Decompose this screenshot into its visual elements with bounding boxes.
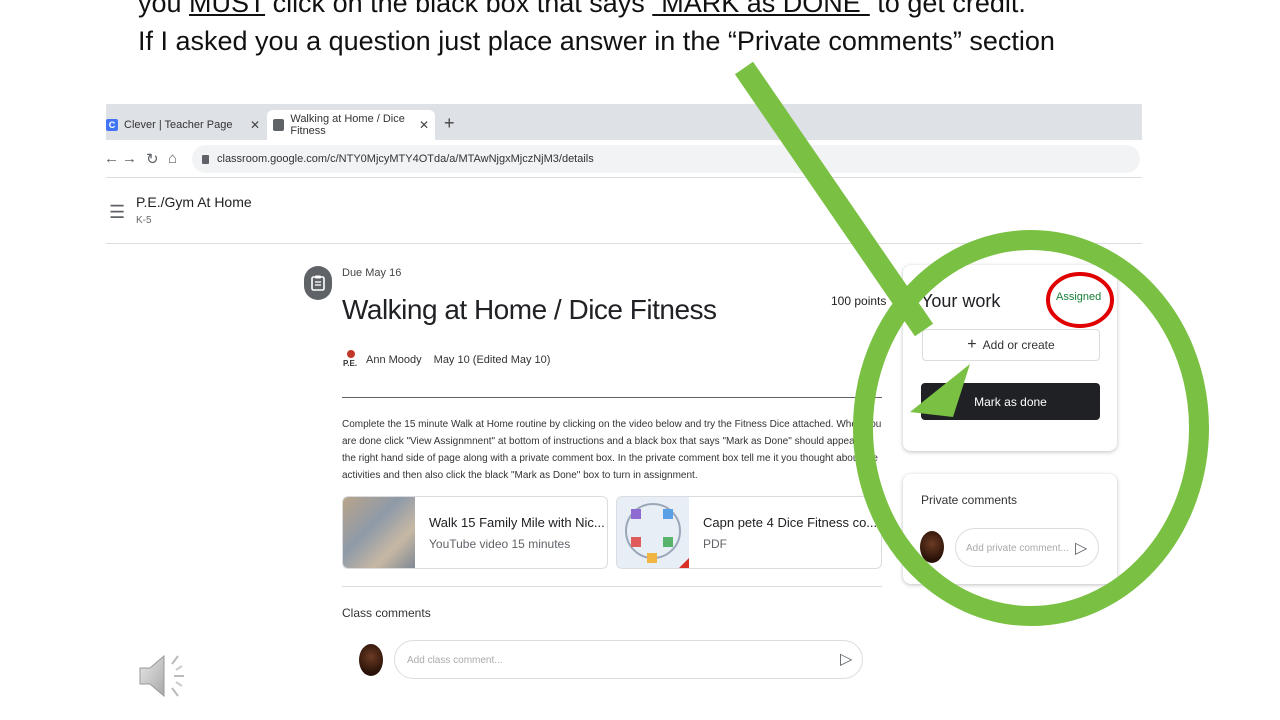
status-badge: Assigned xyxy=(1056,291,1102,303)
class-comments-label: Class comments xyxy=(342,606,431,620)
instruction-text: to get credit. xyxy=(869,0,1026,18)
url-field[interactable]: classroom.google.com/c/NTY0MjcyMTY4OTda/… xyxy=(192,145,1140,173)
pdf-thumbnail xyxy=(617,497,689,568)
private-comments-title: Private comments xyxy=(921,493,1018,507)
user-avatar xyxy=(920,531,944,563)
attachment-pdf[interactable]: Capn pete 4 Dice Fitness co... PDF xyxy=(616,496,882,569)
instruction-line-2: If I asked you a question just place ans… xyxy=(138,26,1055,56)
instruction-text: click on the black box that says xyxy=(265,0,653,18)
new-tab-plus-icon[interactable]: + xyxy=(444,113,455,134)
your-work-card: Your work Assigned + Add or create Mark … xyxy=(903,265,1117,451)
divider xyxy=(342,397,882,398)
tab-label: Walking at Home / Dice Fitness xyxy=(290,113,405,137)
browser-address-bar: ← → ↻ ⌂ classroom.google.com/c/NTY0MjcyM… xyxy=(104,140,1142,178)
attachment-title: Walk 15 Family Mile with Nic... xyxy=(429,515,605,530)
forward-arrow-icon[interactable]: → xyxy=(122,150,137,167)
reload-icon[interactable]: ↻ xyxy=(146,150,159,168)
hamburger-menu-icon[interactable]: ☰ xyxy=(109,202,125,223)
attachment-youtube-video[interactable]: Walk 15 Family Mile with Nic... YouTube … xyxy=(342,496,608,569)
back-arrow-icon[interactable]: ← xyxy=(104,150,119,167)
class-section: K-5 xyxy=(136,215,152,226)
instruction-text: you xyxy=(138,0,190,18)
class-comment-input[interactable]: Add class comment... xyxy=(394,640,863,679)
assignment-icon xyxy=(304,266,332,300)
private-comments-card: Private comments Add private comment... … xyxy=(903,474,1117,584)
assignment-title: Walking at Home / Dice Fitness xyxy=(342,294,717,325)
add-or-create-label: Add or create xyxy=(982,338,1055,352)
instruction-line-1: you MUST click on the black box that say… xyxy=(138,0,1026,19)
close-tab-icon[interactable]: ✕ xyxy=(419,118,429,132)
class-name[interactable]: P.E./Gym At Home xyxy=(136,194,252,210)
instruction-emphasis-mark-done: “MARK as DONE” xyxy=(652,0,870,18)
mark-as-done-button[interactable]: Mark as done xyxy=(921,383,1100,420)
author-row: P.E. Ann Moody May 10 (Edited May 10) xyxy=(342,350,550,370)
attachment-title: Capn pete 4 Dice Fitness co... xyxy=(703,515,878,530)
home-icon[interactable]: ⌂ xyxy=(168,150,177,167)
browser-tab-bar: C Clever | Teacher Page ✕ Walking at Hom… xyxy=(106,104,1142,140)
divider xyxy=(342,586,882,587)
lock-icon xyxy=(202,154,209,164)
classroom-header: ☰ P.E./Gym At Home K-5 xyxy=(106,178,1142,244)
attachment-subtitle: YouTube video 15 minutes xyxy=(429,537,571,551)
attachment-subtitle: PDF xyxy=(703,537,727,551)
tab-walking-at-home[interactable]: Walking at Home / Dice Fitness ✕ xyxy=(267,110,435,140)
url-text: classroom.google.com/c/NTY0MjcyMTY4OTda/… xyxy=(217,153,594,165)
author-name: Ann Moody xyxy=(366,354,422,366)
posted-date: May 10 (Edited May 10) xyxy=(433,354,551,366)
video-thumbnail xyxy=(343,497,415,568)
classroom-favicon-icon xyxy=(273,119,285,131)
tab-label: Clever | Teacher Page xyxy=(124,119,233,131)
user-avatar xyxy=(359,644,383,676)
send-icon[interactable]: ▷ xyxy=(840,649,852,669)
plus-icon: + xyxy=(967,336,977,353)
add-or-create-button[interactable]: + Add or create xyxy=(922,329,1100,361)
tab-clever[interactable]: C Clever | Teacher Page ✕ xyxy=(106,110,266,140)
close-tab-icon[interactable]: ✕ xyxy=(250,118,260,132)
instruction-emphasis-must: MUST xyxy=(189,0,266,18)
speaker-icon[interactable] xyxy=(138,650,194,702)
send-icon[interactable]: ▷ xyxy=(1075,538,1087,558)
pe-avatar: P.E. xyxy=(342,350,360,370)
points: 100 points xyxy=(831,294,887,308)
clever-favicon-icon: C xyxy=(106,119,118,131)
assignment-description: Complete the 15 minute Walk at Home rout… xyxy=(342,419,882,481)
your-work-title: Your work xyxy=(921,291,1001,311)
due-date: Due May 16 xyxy=(342,267,402,279)
